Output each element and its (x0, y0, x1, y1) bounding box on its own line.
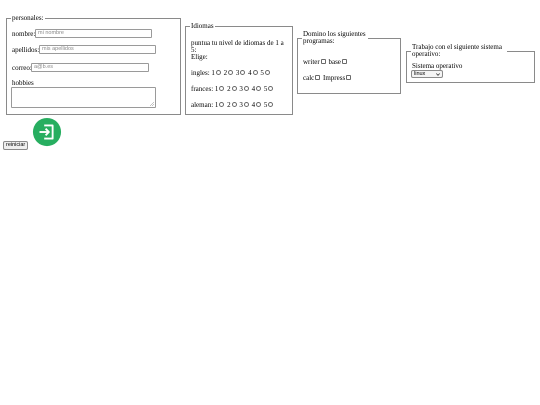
radio-row-frances: frances: 1 2 3 4 5 (191, 86, 274, 93)
sistema-label: Sistema operativo (412, 62, 463, 70)
chevron-down-icon (436, 73, 440, 76)
checkbox-base[interactable] (341, 59, 347, 65)
language-name: aleman: (191, 101, 214, 109)
radio-aleman-5[interactable] (268, 102, 274, 108)
nombre-input[interactable]: mi nombre (35, 29, 152, 38)
radio-aleman-4[interactable] (256, 102, 262, 108)
radio-frances-5[interactable] (268, 86, 274, 92)
programas-legend: Domino los siguientes programas: (303, 30, 366, 45)
radio-ingles-2[interactable] (228, 70, 234, 76)
radio-frances-2[interactable] (231, 86, 237, 92)
apellidos-input[interactable]: mis apellidos (39, 45, 156, 54)
sistema-select[interactable]: linux (411, 70, 443, 78)
language-name: ingles: (191, 69, 210, 77)
radio-ingles-5[interactable] (264, 70, 270, 76)
idiomas-legend: Idiomas (191, 22, 214, 30)
radio-aleman-2[interactable] (231, 102, 237, 108)
idiomas-instruction: puntua tu nivel de idiomas de 1 a 5: (191, 39, 284, 54)
nombre-label: nombre: (12, 30, 36, 38)
radio-frances-4[interactable] (256, 86, 262, 92)
radio-ingles-1[interactable] (215, 70, 221, 76)
checkbox-impress[interactable] (346, 75, 352, 81)
correo-label: correo: (12, 64, 32, 72)
radio-row-ingles: ingles: 1 2 3 4 5 (191, 70, 271, 77)
sistema-selected: linux (414, 71, 426, 77)
resize-grip-icon[interactable] (150, 102, 154, 106)
hobbies-label: hobbies (12, 79, 34, 87)
radio-aleman-3[interactable] (243, 102, 249, 108)
programas-row-1: writer base (303, 59, 348, 66)
radio-frances-1[interactable] (219, 86, 225, 92)
checkbox-writer[interactable] (320, 59, 326, 65)
radio-row-aleman: aleman: 1 2 3 4 5 (191, 102, 274, 109)
correo-input[interactable]: a@b.es (31, 63, 149, 72)
personales-legend: personales: (12, 14, 44, 22)
reiniciar-button[interactable]: reiniciar (3, 141, 29, 150)
apellidos-label: apellidos: (12, 46, 40, 54)
radio-ingles-3[interactable] (240, 70, 246, 76)
radio-frances-3[interactable] (243, 86, 249, 92)
language-name: frances: (191, 85, 214, 93)
checkbox-calc[interactable] (315, 75, 321, 81)
elige-label: Elige: (191, 53, 208, 61)
sign-in-icon[interactable] (32, 117, 62, 147)
hobbies-textarea[interactable] (11, 87, 156, 108)
programas-row-2: calc Impress (303, 75, 352, 82)
sistema-legend: Trabajo con el siguiente sistema operati… (412, 43, 502, 58)
radio-aleman-1[interactable] (219, 102, 225, 108)
radio-ingles-4[interactable] (252, 70, 258, 76)
